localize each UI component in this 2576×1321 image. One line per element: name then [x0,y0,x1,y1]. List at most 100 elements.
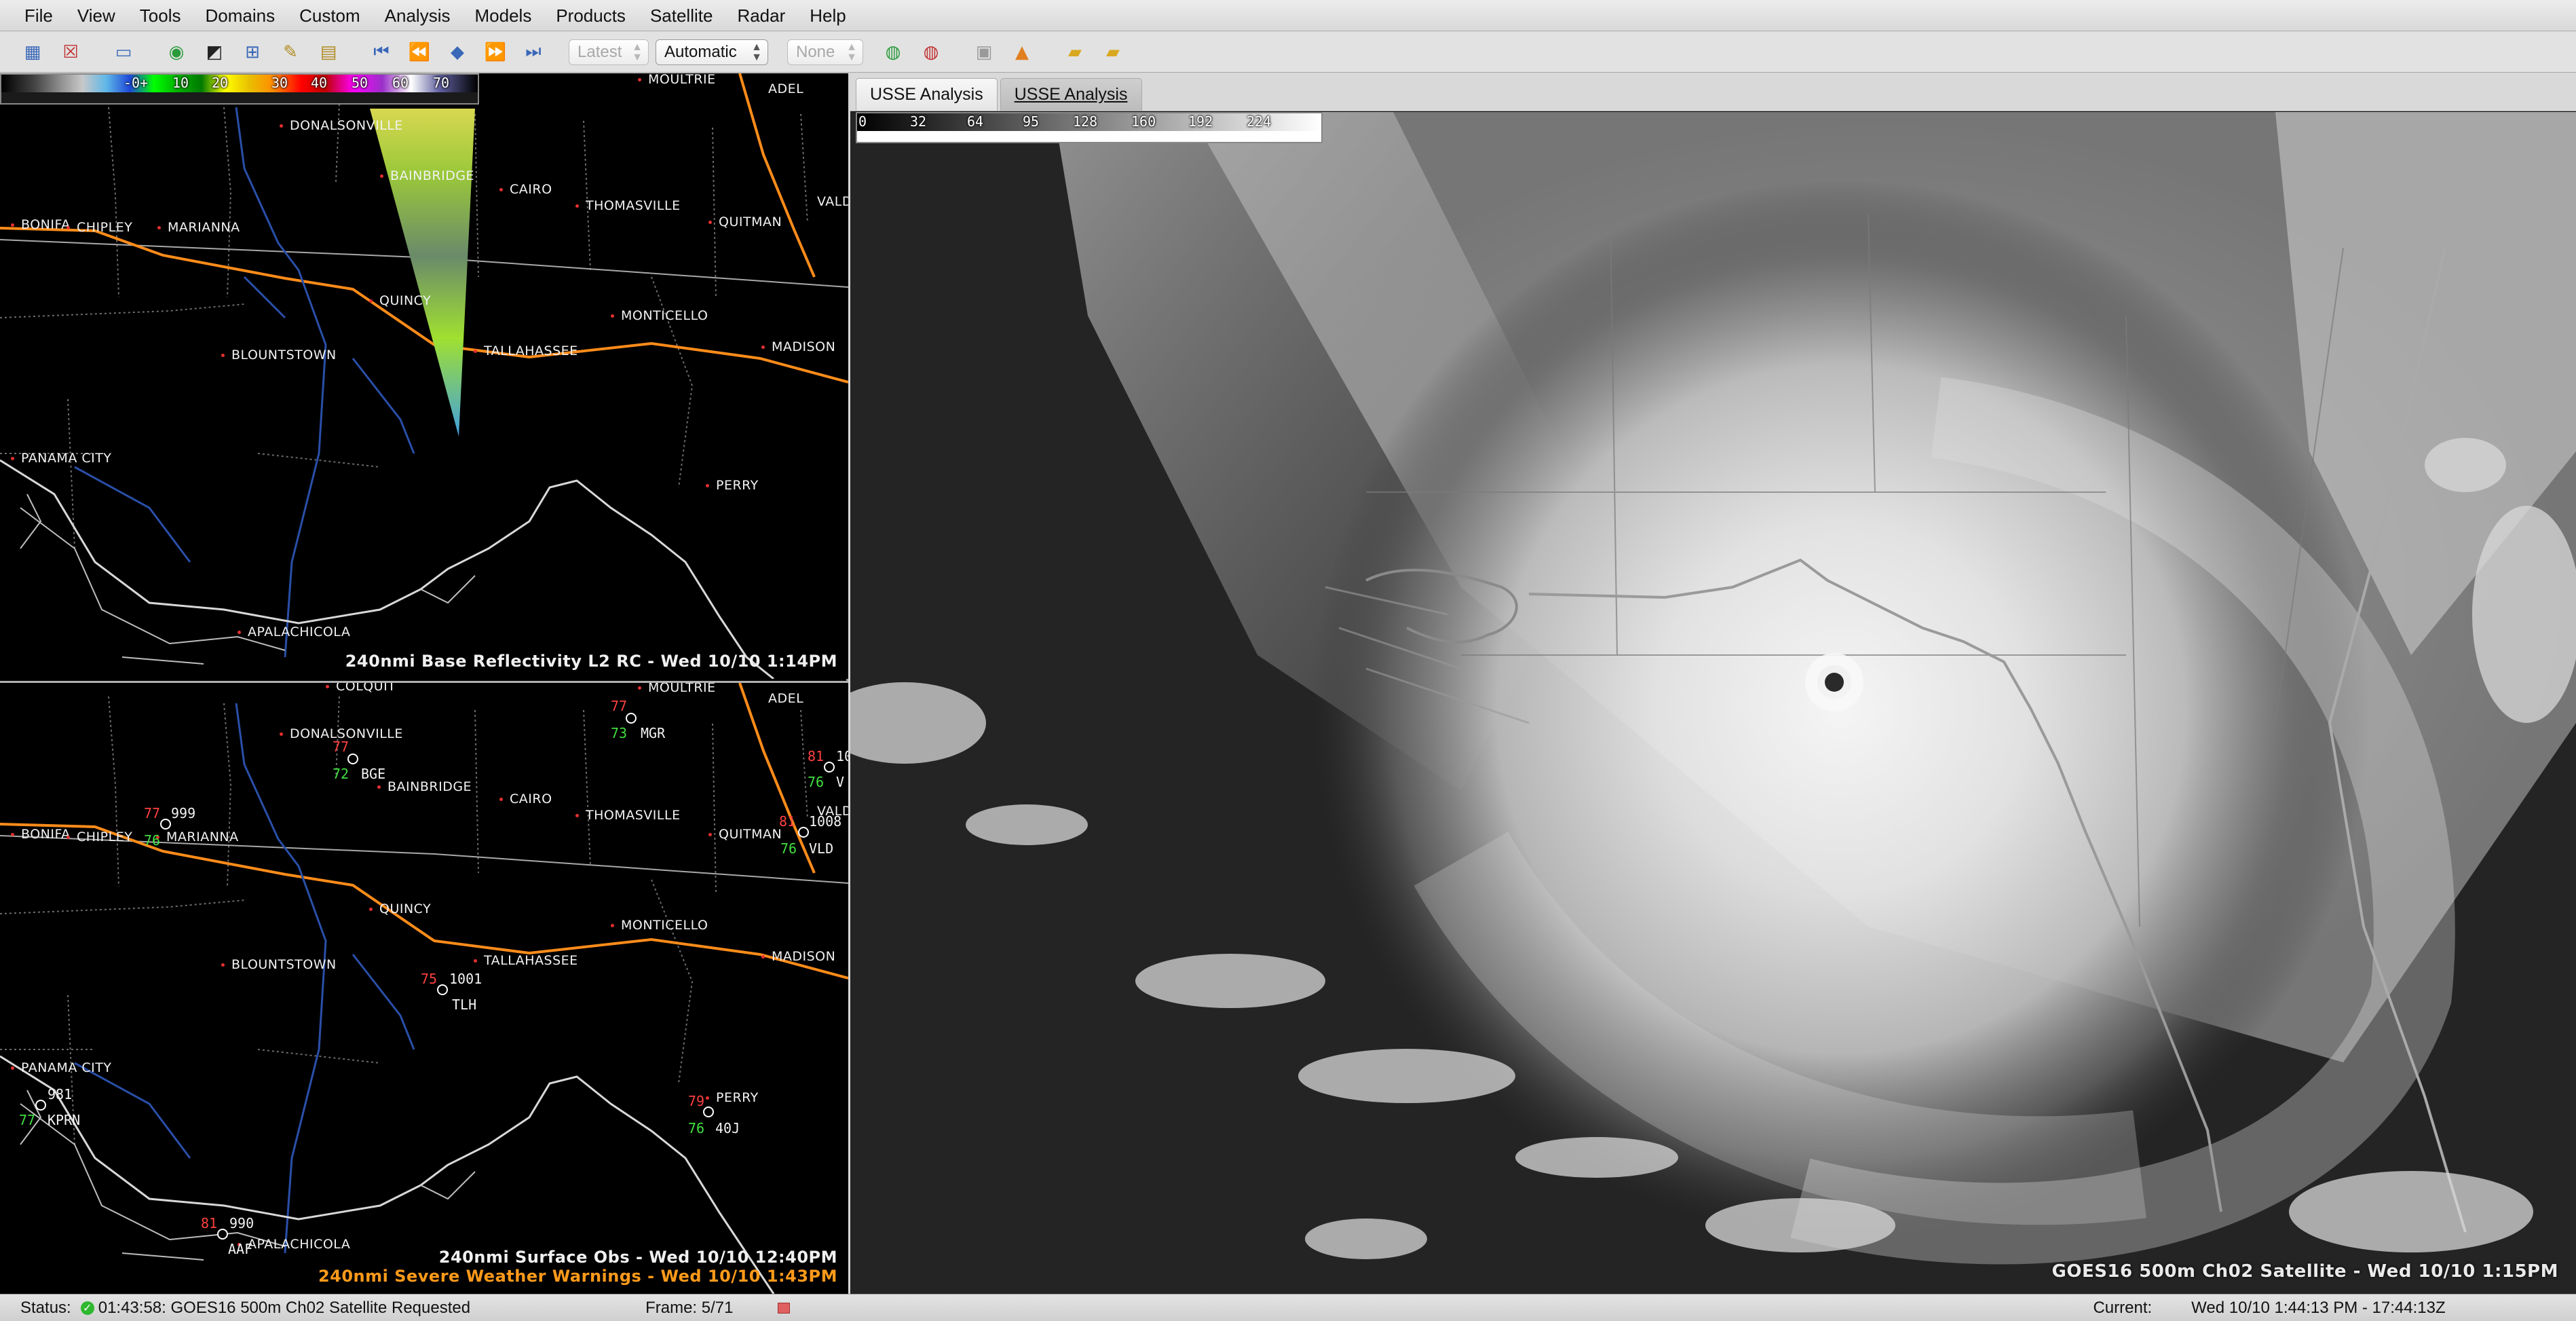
scale-label: 40 [311,75,328,91]
city-label: THOMASVILLE [575,808,681,823]
station-circle [626,713,637,724]
step-back-icon[interactable]: ⏪ [404,39,434,66]
city-label: APALACHICOLA [238,1237,350,1252]
color-edit-icon[interactable]: ▤ [314,39,343,66]
scale-label: 70 [433,75,450,91]
last-frame-icon[interactable]: ⏭ [518,39,548,66]
city-label: MONTICELLO [611,918,708,933]
city-label: DONALSONVILLE [280,118,403,133]
menu-tools[interactable]: Tools [128,0,193,31]
station-dewpoint: 76 [144,832,161,849]
zoom-icon[interactable]: ⊞ [238,39,267,66]
city-label: ADEL [768,81,804,96]
scale-label: 60 [392,75,409,91]
scale-label: 192 [1188,113,1213,130]
step-forward-icon[interactable]: ⏩ [480,39,510,66]
city-label: QUITMAN [708,215,782,229]
station-temp: 81 [201,1215,218,1231]
menu-models[interactable]: Models [463,0,544,31]
alert-indicator-icon[interactable] [778,1302,791,1314]
camera-icon[interactable]: ▣ [969,39,999,66]
scale-label: 95 [1023,113,1040,130]
folder-save-icon[interactable]: ▰ [1098,39,1128,66]
scale-label: 20 [212,75,229,91]
new-map-icon[interactable]: ▦ [18,39,48,66]
menu-help[interactable]: Help [797,0,858,31]
menu-radar[interactable]: Radar [725,0,797,31]
city-label: MONTICELLO [611,308,708,323]
frame-select[interactable]: Latest ▲ ▼ [569,39,649,65]
select-arrows-icon: ▲ ▼ [751,41,762,63]
tab-usse-analysis-2[interactable]: USSE Analysis [1000,78,1142,111]
status-ok-icon: ✓ [80,1301,94,1315]
menu-domains[interactable]: Domains [193,0,288,31]
awips-window: File View Tools Domains Custom Analysis … [0,0,2576,1321]
folder-open-icon[interactable]: ▰ [1060,39,1090,66]
station-id: MGR [641,725,666,741]
radar-map-panel[interactable]: -0+ 10 20 30 40 50 60 70 MOULTRIE ADEL D… [0,73,848,679]
unlink-icon[interactable]: ◍ [916,39,946,66]
station-dewpoint: 77 [19,1112,36,1128]
satellite-image[interactable] [850,112,2576,1294]
mode-select[interactable]: Automatic ▲ ▼ [656,39,768,65]
city-label: MOULTRIE [638,683,716,695]
menu-file[interactable]: File [12,0,65,31]
satellite-grayscale-scale: 0 32 64 95 128 160 192 224 [856,112,1323,143]
station-id: BGE [361,766,386,782]
station-circle [35,1100,46,1111]
menu-view[interactable]: View [65,0,128,31]
city-label: MOULTRIE [638,73,716,87]
station-pressure: 990 [229,1215,254,1231]
station-temp: 75 [421,971,438,987]
city-label: BLOUNTSTOWN [221,957,337,972]
city-label: QUINCY [369,293,431,308]
first-frame-icon[interactable]: ⏮ [366,39,396,66]
panel-layout-icon[interactable]: ▭ [109,39,138,66]
image-properties-icon[interactable]: ◩ [200,39,229,66]
station-id: TLH [452,997,477,1013]
city-label: CAIRO [499,182,552,197]
warnings-caption: 240nmi Severe Weather Warnings - Wed 10/… [318,1267,837,1286]
scale-label: -0+ [124,75,149,91]
menu-products[interactable]: Products [544,0,638,31]
station-id: KPRN [48,1112,81,1128]
edit-icon[interactable]: ✎ [276,39,305,66]
editor-tabs: USSE Analysis USSE Analysis [850,73,2576,111]
station-dewpoint: 72 [333,766,349,782]
station-id: VLD [809,840,834,857]
city-label: MADISON [761,949,835,964]
select-arrows-icon: ▲ ▼ [632,41,643,63]
surface-obs-map-panel[interactable]: COLQUIT MOULTRIE ADEL DONALSONVILLE BAIN… [0,681,848,1294]
station-circle [437,984,448,995]
satellite-caption: GOES16 500m Ch02 Satellite - Wed 10/10 1… [2051,1261,2558,1282]
city-label: APALACHICOLA [238,625,350,639]
refresh-globe-icon[interactable]: ◉ [162,39,191,66]
satellite-pane: USSE Analysis USSE Analysis 0 32 64 95 1… [850,73,2576,1294]
station-id: 40J [715,1120,740,1136]
none-select[interactable]: None ▲ ▼ [787,39,863,65]
tab-usse-analysis-1[interactable]: USSE Analysis [856,78,998,111]
city-label: THOMASVILLE [575,198,681,213]
station-pressure: 1008 [809,813,842,830]
city-label: MADISON [761,339,835,354]
select-arrows-icon: ▲ ▼ [846,41,857,63]
city-label: MARIANNA [156,830,239,844]
city-label: BLOUNTSTOWN [221,348,337,362]
city-label: PANAMA CITY [11,451,111,466]
status-label: Status: [20,1298,71,1317]
warning-icon[interactable]: ▲ [1007,39,1037,66]
station-circle [798,827,809,838]
city-label: BONIFA [11,217,71,232]
menu-analysis[interactable]: Analysis [373,0,463,31]
city-label: BONIFA [11,827,71,842]
close-map-icon[interactable]: ☒ [56,39,86,66]
station-circle [217,1229,228,1240]
stop-icon[interactable]: ◆ [442,39,472,66]
scale-label: 0 [858,113,867,130]
station-circle [160,819,171,830]
link-icon[interactable]: ◍ [878,39,908,66]
station-pressure: 1001 [449,971,482,987]
radar-caption: 240nmi Base Reflectivity L2 RC - Wed 10/… [345,652,837,671]
menu-satellite[interactable]: Satellite [638,0,725,31]
menu-custom[interactable]: Custom [287,0,373,31]
